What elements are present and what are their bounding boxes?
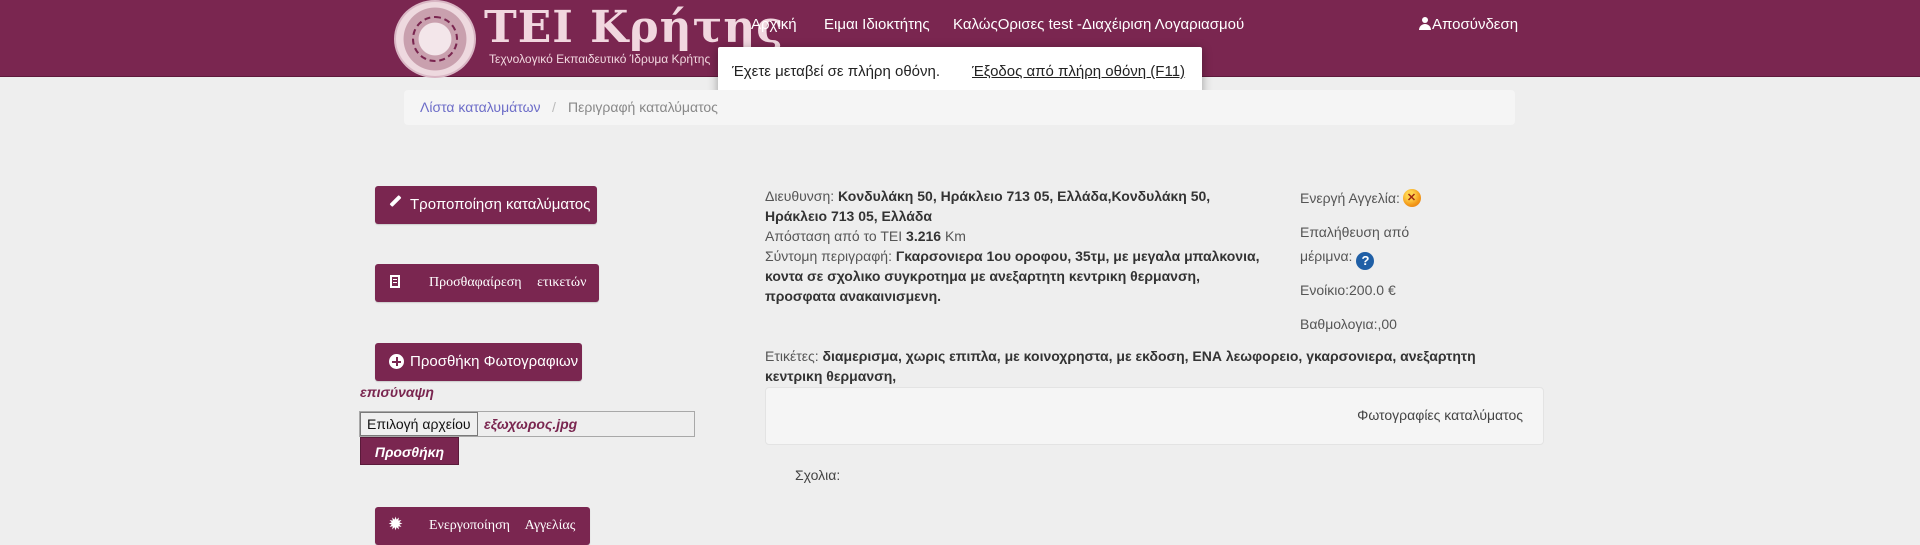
choose-file-button[interactable]: Επιλογή αρχείου	[360, 412, 478, 436]
description-line-2: κοντα σε σχολικο συγκροτημα με ανεξαρτητ…	[765, 268, 1200, 284]
selected-file-name: εξωχωρος.jpg	[484, 416, 578, 432]
address-row: Διευθυνση: Κονδυλάκη 50, Ηράκλειο 713 05…	[765, 186, 1210, 206]
description-row: Σύντομη περιγραφή: Γκαρσονιερα 1ου οροφο…	[765, 246, 1259, 266]
description-row-2: κοντα σε σχολικο συγκροτημα με ανεξαρτητ…	[765, 266, 1200, 286]
certificate-icon: ✹	[388, 514, 404, 534]
distance-label: Απόσταση από το ΤΕΙ	[765, 228, 903, 244]
fullscreen-message: Έχετε μεταβεί σε πλήρη οθόνη.	[732, 63, 941, 80]
activate-listing-button[interactable]: ✹ Ενεργοποίηση Αγγελίας	[375, 507, 590, 545]
breadcrumb-current: Περιγραφή καταλύματος	[568, 99, 718, 115]
add-photos-label: Προσθήκη Φωτογραφιων	[410, 353, 579, 370]
address-line-2: Ηράκλειο 713 05, Ελλάδα	[765, 208, 932, 224]
verification-label-2: μέριμνα:	[1300, 248, 1353, 264]
verification-label-1: Επαλήθευση από	[1300, 224, 1410, 240]
description-label: Σύντομη περιγραφή:	[765, 248, 892, 264]
user-icon	[1419, 17, 1431, 30]
tags-line-1: διαμερισμα, χωρις επιπλα, με κοινοχρηστα…	[822, 348, 1476, 364]
manage-tags-button[interactable]: Προσθαφαίρεση ετικετών	[375, 264, 599, 302]
comments-label: Σχολια:	[795, 467, 841, 483]
breadcrumb: Λίστα καταλυμάτων / Περιγραφή καταλύματο…	[404, 90, 1515, 125]
logout-label: Αποσύνδεση	[1432, 16, 1519, 33]
manage-tags-label: Προσθαφαίρεση ετικετών	[429, 275, 587, 290]
question-icon[interactable]: ?	[1356, 252, 1375, 270]
photos-panel: Φωτογραφίες καταλύματος	[765, 387, 1544, 445]
nav-home[interactable]: Αρχική	[751, 14, 797, 36]
attach-label: επισύναψη	[360, 384, 434, 400]
upload-submit-button[interactable]: Προσθήκη	[360, 437, 459, 465]
plus-circle-icon	[389, 354, 404, 369]
tags-line-2: κεντρικη θερμανση,	[765, 368, 897, 384]
active-status-row: Ενεργή Αγγελία:	[1300, 188, 1421, 208]
file-input[interactable]: Επιλογή αρχείου εξωχωρος.jpg	[359, 411, 695, 437]
active-status-label: Ενεργή Αγγελία:	[1300, 190, 1400, 206]
verification-row: Επαλήθευση από	[1300, 222, 1409, 242]
tags-row: Ετικέτες: διαμερισμα, χωρις επιπλα, με κ…	[765, 346, 1476, 366]
description-line-3: προσφατα ανακαινισμενη.	[765, 288, 942, 304]
rating-value: Βαθμολογια:,00	[1300, 316, 1397, 332]
university-seal-logo	[394, 0, 476, 78]
distance-unit: Km	[944, 228, 966, 244]
nav-owner[interactable]: Ειμαι Ιδιοκτήτης	[824, 14, 930, 36]
address-line-1: Κονδυλάκη 50, Ηράκλειο 713 05, Ελλάδα,Κο…	[838, 188, 1211, 204]
address-row-2: Ηράκλειο 713 05, Ελλάδα	[765, 206, 932, 226]
address-label: Διευθυνση:	[765, 188, 835, 204]
tags-row-2: κεντρικη θερμανση,	[765, 366, 896, 386]
nav-account[interactable]: ΚαλώςΟρισες test -Διαχέιριση Λογαριασμού	[953, 14, 1244, 36]
verification-row-2: μέριμνα:?	[1300, 246, 1375, 270]
distance-row: Απόσταση από το ΤΕΙ 3.216 Km	[765, 226, 966, 246]
description-line-1: Γκαρσονιερα 1ου οροφου, 35τμ, με μεγαλα …	[895, 248, 1260, 264]
activate-listing-label: Ενεργοποίηση Αγγελίας	[429, 518, 576, 533]
rent-value: Ενοίκιο:200.0 €	[1300, 282, 1396, 298]
document-icon	[390, 275, 400, 288]
description-row-3: προσφατα ανακαινισμενη.	[765, 286, 941, 306]
breadcrumb-separator: /	[552, 99, 556, 115]
photos-title: Φωτογραφίες καταλύματος	[1357, 407, 1523, 423]
edit-listing-label: Τροποποίηση καταλύματος	[410, 196, 591, 213]
pencil-icon	[389, 194, 402, 208]
distance-value: 3.216	[906, 228, 942, 244]
tags-label: Ετικέτες:	[765, 348, 819, 364]
nav-logout[interactable]: Αποσύνδεση	[1419, 14, 1518, 36]
exit-fullscreen-link[interactable]: Έξοδος από πλήρη οθόνη (F11)	[972, 63, 1185, 80]
add-photos-button[interactable]: Προσθήκη Φωτογραφιων	[375, 343, 582, 381]
inactive-status-icon	[1402, 189, 1421, 207]
breadcrumb-listings-link[interactable]: Λίστα καταλυμάτων	[420, 90, 541, 125]
logo-subtitle: Τεχνολογικό Εκπαιδευτικό Ίδρυμα Κρήτης	[489, 52, 711, 66]
edit-listing-button[interactable]: Τροποποίηση καταλύματος	[375, 186, 597, 224]
